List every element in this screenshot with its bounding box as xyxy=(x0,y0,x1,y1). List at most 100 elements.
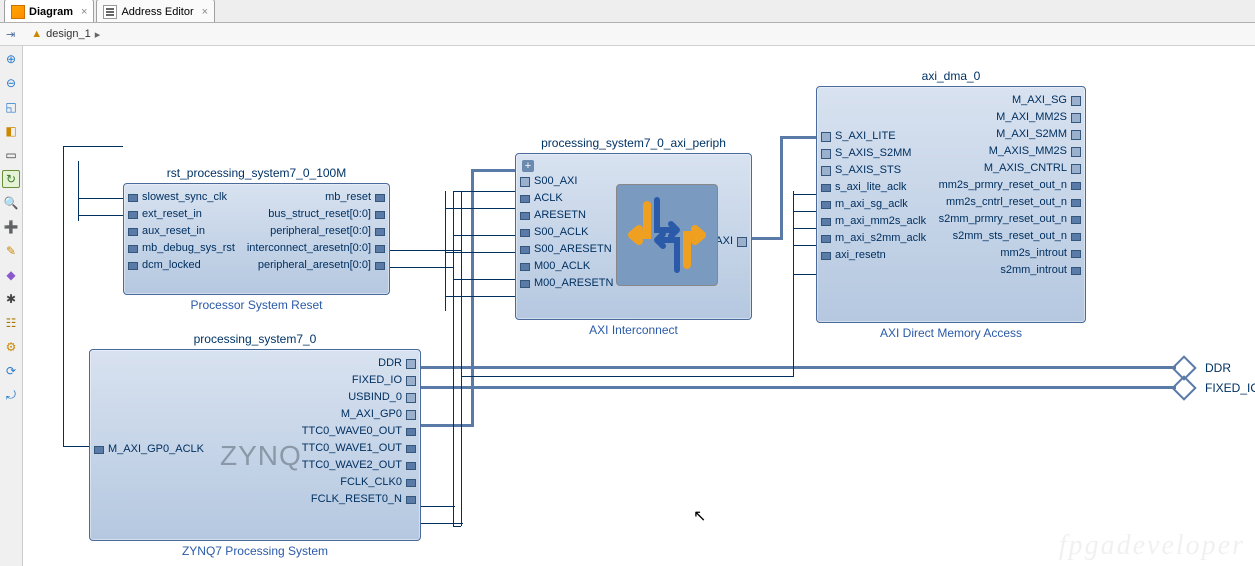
pin-icon[interactable]: ⇥ xyxy=(6,28,15,41)
block-caption: ZYNQ7 Processing System xyxy=(90,544,420,558)
port[interactable]: m_axi_mm2s_aclk xyxy=(823,214,926,228)
hierarchy-icon: ▲ xyxy=(31,28,42,40)
net xyxy=(63,446,89,447)
mouse-cursor: ↖ xyxy=(693,506,706,526)
select-icon[interactable]: ▭ xyxy=(2,146,20,164)
add-ip-icon[interactable]: ➕ xyxy=(2,218,20,236)
diagram-canvas[interactable]: rst_processing_system7_0_100M slowest_sy… xyxy=(23,46,1255,566)
port[interactable]: M_AXIS_MM2S xyxy=(939,144,1079,158)
port[interactable]: S_AXIS_STS xyxy=(823,163,926,177)
search-icon[interactable]: 🔍 xyxy=(2,194,20,212)
net xyxy=(793,245,816,246)
port[interactable]: M_AXI_GP0 xyxy=(302,407,414,421)
zoom-in-icon[interactable]: ⊕ xyxy=(2,50,20,68)
debug-icon[interactable]: ✱ xyxy=(2,290,20,308)
settings-icon[interactable]: ⚙ xyxy=(2,338,20,356)
port[interactable]: FCLK_CLK0 xyxy=(302,475,414,489)
refresh-icon[interactable]: ⤾ xyxy=(2,386,20,404)
port[interactable]: FIXED_IO xyxy=(302,373,414,387)
tab-diagram[interactable]: Diagram × xyxy=(4,0,94,22)
port[interactable]: peripheral_aresetn[0:0] xyxy=(247,258,383,272)
port[interactable]: ARESETN xyxy=(522,208,613,222)
net-bus xyxy=(750,237,780,240)
block-axi-dma[interactable]: axi_dma_0 S_AXI_LITE S_AXIS_S2MM S_AXIS_… xyxy=(816,86,1086,323)
port[interactable]: slowest_sync_clk xyxy=(130,190,235,204)
port-pin-icon xyxy=(1171,375,1196,400)
close-icon[interactable]: × xyxy=(81,6,87,18)
external-port-label: FIXED_IO xyxy=(1205,381,1255,395)
close-icon[interactable]: × xyxy=(202,6,208,18)
block-title: processing_system7_0_axi_periph xyxy=(516,136,751,150)
port[interactable]: M_AXIS_CNTRL xyxy=(939,161,1079,175)
zoom-out-icon[interactable]: ⊖ xyxy=(2,74,20,92)
port[interactable]: M_AXI_SG xyxy=(939,93,1079,107)
net-bus xyxy=(780,136,783,240)
port[interactable]: M00_ACLK xyxy=(522,259,613,273)
block-title: axi_dma_0 xyxy=(817,69,1085,83)
port[interactable]: interconnect_aresetn[0:0] xyxy=(247,241,383,255)
net xyxy=(386,250,461,251)
port[interactable]: axi_resetn xyxy=(823,248,926,262)
net xyxy=(445,191,446,311)
port[interactable]: ext_reset_in xyxy=(130,207,235,221)
zynq-logo: ZYNQ xyxy=(220,440,302,472)
port[interactable]: FCLK_RESET0_N xyxy=(302,492,414,506)
net-bus xyxy=(421,366,1176,369)
port[interactable]: mm2s_introut xyxy=(939,246,1079,260)
external-port-label: DDR xyxy=(1205,361,1231,375)
port[interactable]: S00_ARESETN xyxy=(522,242,613,256)
port[interactable]: s2mm_introut xyxy=(939,263,1079,277)
net xyxy=(453,279,515,280)
net xyxy=(793,228,816,229)
port[interactable]: TTC0_WAVE2_OUT xyxy=(302,458,414,472)
main-area: ⊕ ⊖ ◱ ◧ ▭ ↻ 🔍 ➕ ✎ ◆ ✱ ☷ ⚙ ⟳ ⤾ xyxy=(0,46,1255,566)
regenerate-icon[interactable]: ⟳ xyxy=(2,362,20,380)
breadcrumb-design[interactable]: design_1 xyxy=(46,28,91,40)
port[interactable]: mm2s_cntrl_reset_out_n xyxy=(939,195,1079,209)
port[interactable]: S00_ACLK xyxy=(522,225,613,239)
auto-layout-icon[interactable]: ↻ xyxy=(2,170,20,188)
port[interactable]: s2mm_prmry_reset_out_n xyxy=(939,212,1079,226)
port[interactable]: S_AXIS_S2MM xyxy=(823,146,926,160)
port[interactable]: aux_reset_in xyxy=(130,224,235,238)
port[interactable]: M_AXI_GP0_ACLK xyxy=(96,442,204,456)
net xyxy=(793,194,816,195)
tab-address-editor[interactable]: Address Editor × xyxy=(96,0,215,22)
port[interactable]: S_AXI_LITE xyxy=(823,129,926,143)
port[interactable]: TTC0_WAVE0_OUT xyxy=(302,424,414,438)
port[interactable]: M_AXI_MM2S xyxy=(939,110,1079,124)
port[interactable]: mb_reset xyxy=(247,190,383,204)
port[interactable]: m_axi_sg_aclk xyxy=(823,197,926,211)
expand-icon[interactable]: + xyxy=(522,160,534,172)
port[interactable]: USBIND_0 xyxy=(302,390,414,404)
port[interactable]: dcm_locked xyxy=(130,258,235,272)
port[interactable]: M_AXI_S2MM xyxy=(939,127,1079,141)
net xyxy=(386,267,453,268)
port[interactable]: m_axi_s2mm_aclk xyxy=(823,231,926,245)
port[interactable]: M00_ARESETN xyxy=(522,276,613,290)
port[interactable]: peripheral_reset[0:0] xyxy=(247,224,383,238)
block-caption: AXI Direct Memory Access xyxy=(817,326,1085,340)
block-rst[interactable]: rst_processing_system7_0_100M slowest_sy… xyxy=(123,183,390,295)
block-axi-interconnect[interactable]: processing_system7_0_axi_periph S00_AXI … xyxy=(515,153,752,320)
net xyxy=(461,191,462,526)
port[interactable]: bus_struct_reset[0:0] xyxy=(247,207,383,221)
block-ps7[interactable]: processing_system7_0 M_AXI_GP0_ACLK DDR … xyxy=(89,349,421,541)
port[interactable]: mb_debug_sys_rst xyxy=(130,241,235,255)
port[interactable]: TTC0_WAVE1_OUT xyxy=(302,441,414,455)
port[interactable]: s2mm_sts_reset_out_n xyxy=(939,229,1079,243)
port[interactable]: ACLK xyxy=(522,191,613,205)
customize-icon[interactable]: ✎ xyxy=(2,242,20,260)
chevron-right-icon: ▸ xyxy=(95,28,101,41)
external-port-fixed-io[interactable]: FIXED_IO xyxy=(1175,379,1255,397)
zoom-area-icon[interactable]: ◧ xyxy=(2,122,20,140)
port[interactable]: s_axi_lite_aclk xyxy=(823,180,926,194)
port[interactable]: DDR xyxy=(302,356,414,370)
zoom-fit-icon[interactable]: ◱ xyxy=(2,98,20,116)
validate-icon[interactable]: ◆ xyxy=(2,266,20,284)
port[interactable]: S00_AXI xyxy=(522,174,613,188)
net xyxy=(453,191,454,526)
hierarchy-icon[interactable]: ☷ xyxy=(2,314,20,332)
port[interactable]: mm2s_prmry_reset_out_n xyxy=(939,178,1079,192)
interconnect-symbol xyxy=(616,184,718,286)
